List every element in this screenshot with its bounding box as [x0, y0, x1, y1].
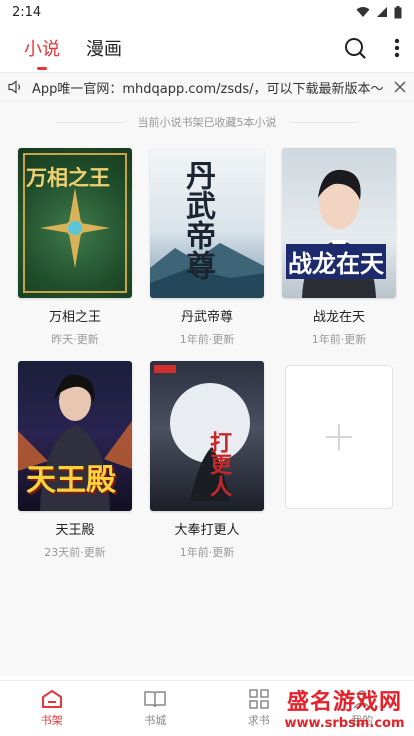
speaker-icon: [8, 80, 21, 94]
bottom-nav-bookshelf[interactable]: 书架: [0, 681, 104, 736]
status-bar: 2:14: [0, 0, 414, 24]
book-update-time: 昨天·更新: [51, 333, 99, 346]
book-title: 战龙在天: [312, 310, 365, 325]
grid-icon: [249, 689, 269, 709]
cover-title: 丹武帝尊: [180, 160, 215, 280]
plus-icon: [326, 424, 352, 450]
top-nav: 小说 漫画: [0, 24, 414, 72]
book-cover[interactable]: 万相之王: [18, 148, 132, 298]
book-update-time: 1年前·更新: [311, 333, 367, 346]
book-item[interactable]: 丹武帝尊 丹武帝尊 1年前·更新: [150, 148, 264, 347]
bookshelf: 当前小说书架已收藏5本小说 万相之王 万相之王 昨天·更新 丹武帝尊 丹武帝尊 …: [0, 102, 414, 676]
watermark-name: 盛名游戏网: [286, 688, 402, 715]
add-book-button[interactable]: [285, 365, 393, 509]
book-update-time: 1年前·更新: [179, 546, 235, 559]
tab-comic[interactable]: 漫画: [86, 35, 122, 61]
book-title: 万相之王: [48, 310, 101, 325]
book-title: 天王殿: [55, 523, 95, 538]
search-icon[interactable]: [344, 37, 366, 59]
book-cover[interactable]: 天王殿: [18, 361, 132, 511]
signal-icon: [377, 7, 387, 17]
tab-novel[interactable]: 小说: [24, 35, 60, 61]
book-title: 丹武帝尊: [180, 310, 233, 325]
book-item[interactable]: 打更人 大奉打更人 1年前·更新: [150, 361, 264, 560]
bottom-nav-label: 求书: [247, 714, 270, 727]
more-vertical-icon[interactable]: [394, 38, 400, 58]
book-item[interactable]: 万相之王 万相之王 昨天·更新: [18, 148, 132, 347]
book-update-time: 23天前·更新: [44, 546, 106, 559]
shelf-count-text: 当前小说书架已收藏5本小说: [137, 116, 277, 129]
book-open-icon: [144, 691, 166, 708]
cover-title: 打更人: [206, 431, 232, 497]
bookshelf-icon: [41, 690, 62, 708]
watermark: 盛名游戏网 www.srbsm.com: [275, 678, 414, 736]
status-time: 2:14: [12, 4, 42, 20]
book-title: 大奉打更人: [174, 523, 240, 538]
bottom-nav-label: 书架: [40, 714, 63, 727]
bottom-nav-label: 书城: [144, 714, 167, 727]
bottom-nav-bookstore[interactable]: 书城: [104, 681, 208, 736]
book-cover[interactable]: 打更人: [150, 361, 264, 511]
status-icons: [356, 5, 402, 19]
book-cover[interactable]: 丹武帝尊: [150, 148, 264, 298]
close-icon[interactable]: [394, 81, 406, 93]
book-cover[interactable]: 战龙在天: [282, 148, 396, 298]
cover-title: 战龙在天: [286, 244, 386, 279]
divider: [288, 121, 359, 123]
cover-title: 万相之王: [26, 165, 110, 190]
add-book-slot: [282, 361, 396, 560]
book-item[interactable]: 天王殿 天王殿 23天前·更新: [18, 361, 132, 560]
cover-title: 天王殿: [26, 463, 116, 498]
shelf-caption: 当前小说书架已收藏5本小说: [0, 114, 414, 130]
wifi-icon: [356, 7, 370, 17]
watermark-url: www.srbsm.com: [284, 715, 405, 731]
notice-bar: App唯一官网：mhdqapp.com/zsds/，可以下载最新版本～: [0, 72, 414, 102]
book-grid: 万相之王 万相之王 昨天·更新 丹武帝尊 丹武帝尊 1年前·更新 战龙在天 战龙…: [0, 148, 414, 560]
book-item[interactable]: 战龙在天 战龙在天 1年前·更新: [282, 148, 396, 347]
divider: [55, 121, 126, 123]
notice-text: App唯一官网：mhdqapp.com/zsds/，可以下载最新版本～: [32, 81, 384, 97]
book-update-time: 1年前·更新: [179, 333, 235, 346]
battery-icon: [394, 5, 402, 18]
